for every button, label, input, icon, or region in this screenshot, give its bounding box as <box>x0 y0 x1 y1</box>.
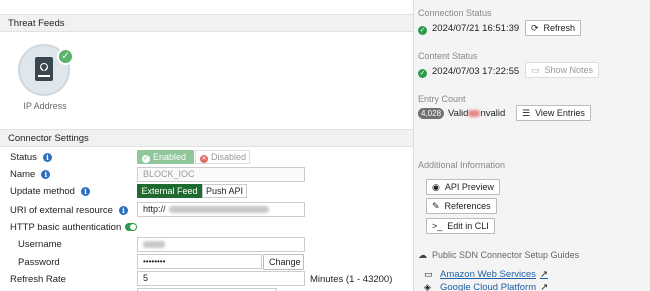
refresh-button-label: Refresh <box>543 23 576 33</box>
check-icon: ✓ <box>57 48 74 65</box>
edit-in-cli-button[interactable]: >_ Edit in CLI <box>426 218 495 234</box>
additional-information-label: Additional Information <box>418 160 506 170</box>
status-enabled-toggle[interactable]: ✓ Enabled <box>137 150 194 164</box>
references-icon: ✎ <box>432 201 440 211</box>
status-label: Status <box>10 152 37 163</box>
status-row-label: Status i <box>10 152 52 163</box>
refresh-icon: ⟳ <box>531 23 539 33</box>
http-basic-auth-toggle[interactable] <box>125 223 138 232</box>
check-circle-icon: ✓ <box>142 155 150 163</box>
entry-count-label: Entry Count <box>418 94 466 104</box>
entry-count-value: 4,028 Valid nvalid <box>418 108 505 119</box>
update-method-label: Update method <box>10 186 75 197</box>
references-label: References <box>444 201 491 211</box>
info-icon[interactable]: i <box>42 153 52 162</box>
redacted-text <box>143 241 165 249</box>
redacted-text <box>468 109 481 117</box>
guide-link-aws-label: Amazon Web Services <box>440 269 536 280</box>
view-entries-button[interactable]: ☰ View Entries <box>516 105 591 121</box>
threat-feeds-section-header: Threat Feeds <box>0 14 413 32</box>
redacted-text <box>168 206 269 214</box>
connector-form-panel: Threat Feeds ✓ IP Address Connector Sett… <box>0 0 414 291</box>
list-icon: ☰ <box>522 108 531 118</box>
edit-in-cli-label: Edit in CLI <box>447 221 489 231</box>
connector-settings-section-header: Connector Settings <box>0 129 413 147</box>
external-feed-option[interactable]: External Feed <box>137 184 202 198</box>
content-status-value: ✓ 2024/07/03 17:22:55 <box>418 66 519 78</box>
view-entries-label: View Entries <box>535 108 585 118</box>
refresh-button[interactable]: ⟳ Refresh <box>525 20 582 36</box>
content-timestamp: 2024/07/03 17:22:55 <box>432 66 520 77</box>
note-icon: ▭ <box>531 65 540 75</box>
name-field[interactable]: BLOCK_IOC <box>137 167 305 182</box>
entry-count-badge: 4,028 <box>418 108 445 119</box>
password-label: Password <box>18 257 60 268</box>
content-status-label: Content Status <box>418 51 478 61</box>
uri-value: http:// <box>143 204 166 214</box>
invalid-label: nvalid <box>480 108 506 119</box>
terminal-icon: >_ <box>432 221 443 231</box>
setup-guides-label: Public SDN Connector Setup Guides <box>432 250 580 260</box>
info-icon[interactable]: i <box>118 206 128 215</box>
change-password-button[interactable]: Change <box>263 254 304 270</box>
connection-status-label: Connection Status <box>418 8 492 18</box>
guide-link-gcp-label: Google Cloud Platform <box>440 282 537 291</box>
http-basic-auth-label: HTTP basic authentication <box>10 222 122 233</box>
external-link-icon: ↗ <box>539 269 548 280</box>
refresh-rate-label: Refresh Rate <box>10 274 66 285</box>
valid-label: Valid <box>448 108 469 119</box>
enabled-label: Enabled <box>153 152 187 162</box>
show-notes-button[interactable]: ▭ Show Notes <box>525 62 600 78</box>
status-disabled-toggle[interactable]: ✕ Disabled <box>195 150 250 164</box>
cloud-icon: ☁ <box>418 250 427 260</box>
info-icon[interactable]: i <box>41 170 51 179</box>
uri-field[interactable]: http:// <box>137 202 305 217</box>
feed-type-label: IP Address <box>23 101 67 111</box>
external-link-icon: ↗ <box>540 282 549 291</box>
update-method-row-label: Update method i <box>10 186 90 197</box>
refresh-rate-unit: Minutes (1 - 43200) <box>310 274 393 285</box>
refresh-rate-field[interactable]: 5 <box>137 271 305 286</box>
info-icon[interactable]: i <box>80 187 90 196</box>
name-label: Name <box>10 169 36 180</box>
gcp-icon: ◈ <box>424 282 431 291</box>
x-circle-icon: ✕ <box>200 155 208 163</box>
show-notes-label: Show Notes <box>544 65 594 75</box>
api-preview-button[interactable]: ◉ API Preview <box>426 179 500 195</box>
connection-timestamp: 2024/07/21 16:51:39 <box>432 23 520 34</box>
name-row-label: Name i <box>10 169 51 180</box>
eye-icon: ◉ <box>432 182 440 192</box>
guide-link-aws[interactable]: Amazon Web Services ↗ <box>440 269 548 280</box>
threat-feed-connector-page: Threat Feeds ✓ IP Address Connector Sett… <box>0 0 650 291</box>
references-button[interactable]: ✎ References <box>426 198 497 214</box>
uri-row-label: URI of external resource i <box>10 205 128 216</box>
http-basic-auth-row-label: HTTP basic authentication <box>10 222 138 233</box>
uri-label: URI of external resource <box>10 205 113 216</box>
guide-link-gcp[interactable]: Google Cloud Platform ↗ <box>440 282 548 291</box>
push-api-option[interactable]: Push API <box>202 184 247 198</box>
aws-icon: ▭ <box>424 269 433 279</box>
check-circle-icon: ✓ <box>418 26 427 35</box>
api-preview-label: API Preview <box>444 182 494 192</box>
username-label: Username <box>18 239 62 250</box>
disabled-label: Disabled <box>211 152 247 162</box>
setup-guides-header: ☁ Public SDN Connector Setup Guides <box>418 250 579 261</box>
check-circle-icon: ✓ <box>418 69 427 78</box>
username-field[interactable] <box>137 237 305 252</box>
connection-status-value: ✓ 2024/07/21 16:51:39 <box>418 23 519 35</box>
password-field[interactable]: •••••••• <box>137 254 262 269</box>
